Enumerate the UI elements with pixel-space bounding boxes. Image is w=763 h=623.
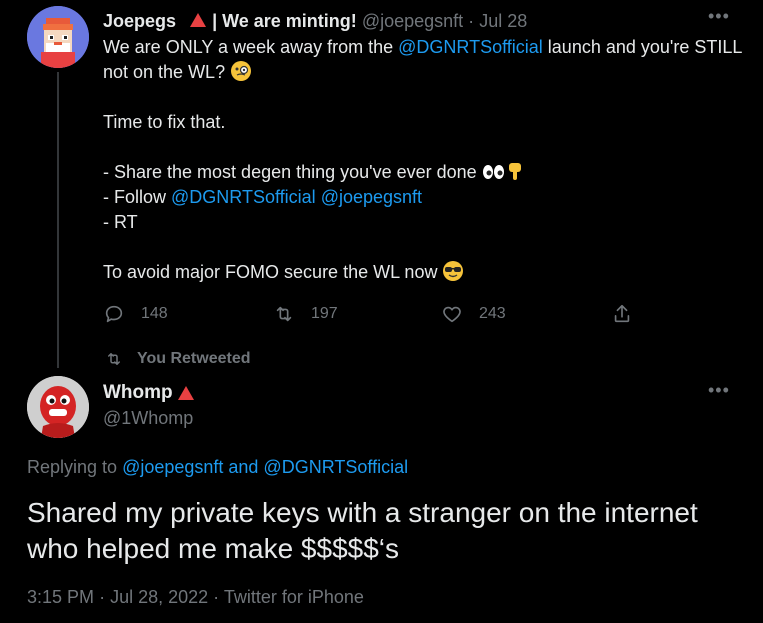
more-icon[interactable]: ••• xyxy=(708,380,730,401)
reply-icon xyxy=(105,305,123,323)
replying-users-link[interactable]: @joepegsnft and @DGNRTSofficial xyxy=(122,457,408,477)
triangle-icon xyxy=(190,13,207,27)
tweet-text: We are ONLY a week away from the xyxy=(103,37,399,57)
mention-link[interactable]: @joepegsnft xyxy=(321,187,422,207)
mention-link[interactable]: @DGNRTSofficial xyxy=(171,187,316,207)
eyes-icon xyxy=(482,165,504,179)
retweet-button[interactable]: 197 xyxy=(273,303,338,325)
replying-to: Replying to @joepegsnft and @DGNRTSoffic… xyxy=(27,457,408,478)
pointing-down-icon xyxy=(508,163,521,180)
joepegs-avatar-art xyxy=(27,6,89,68)
mention-link[interactable]: @DGNRTSofficial xyxy=(398,37,543,57)
author-name[interactable]: Whomp xyxy=(103,381,173,405)
share-button[interactable] xyxy=(611,303,649,325)
tweet-paragraph: We are ONLY a week away from the @DGNRTS… xyxy=(103,35,743,85)
tweet-line: To avoid major FOMO secure the WL now xyxy=(103,260,743,285)
retweeted-label: You Retweeted xyxy=(137,350,251,367)
tweet-full-date[interactable]: Jul 28, 2022 xyxy=(110,587,208,607)
avatar-whomp[interactable] xyxy=(27,376,89,438)
separator-dot: · xyxy=(99,587,106,607)
retweet-icon xyxy=(276,306,292,322)
tweet-actions: 148 197 243 xyxy=(103,303,633,327)
tweet-line: Time to fix that. xyxy=(103,112,226,132)
tweet-header: Joepegs | We are minting! @joepegsnft · … xyxy=(103,8,743,34)
tweet-text: - Follow xyxy=(103,187,172,207)
reply-count: 148 xyxy=(141,305,168,322)
author-name-row: Whomp xyxy=(103,381,195,405)
tweet-joepegs: Joepegs | We are minting! @joepegsnft · … xyxy=(103,8,743,285)
sunglasses-face-icon xyxy=(443,261,464,281)
triangle-icon xyxy=(177,386,194,400)
tweet-line: - Follow @DGNRTSofficial @joepegsnft xyxy=(103,185,743,210)
tweet-source[interactable]: Twitter for iPhone xyxy=(224,587,364,607)
thread-connector-line xyxy=(57,72,59,368)
whomp-avatar-art xyxy=(27,376,89,438)
like-button[interactable]: 243 xyxy=(441,303,506,325)
tweet-text: To avoid major FOMO secure the WL now xyxy=(103,262,438,282)
tweet-main-text: Shared my private keys with a stranger o… xyxy=(27,497,698,564)
tweet-date[interactable]: Jul 28 xyxy=(479,11,527,31)
avatar-joepegs[interactable] xyxy=(27,6,89,68)
separator-dot: · xyxy=(213,587,220,607)
tweet-whomp-header: Whomp @1Whomp xyxy=(103,381,195,431)
author-name[interactable]: Joepegs xyxy=(103,11,176,31)
reply-button[interactable]: 148 xyxy=(103,303,168,325)
separator-dot: · xyxy=(468,11,475,31)
author-handle[interactable]: @joepegsnft xyxy=(362,11,463,31)
like-icon xyxy=(443,306,461,323)
like-count: 243 xyxy=(479,305,506,322)
retweet-count: 197 xyxy=(311,305,338,322)
retweet-icon xyxy=(108,353,120,365)
monocle-face-icon xyxy=(231,61,252,81)
tweet-text: - Share the most degen thing you've ever… xyxy=(103,162,477,182)
tweet-time[interactable]: 3:15 PM xyxy=(27,587,94,607)
share-icon xyxy=(614,304,630,323)
tweet-meta: 3:15 PM · Jul 28, 2022 · Twitter for iPh… xyxy=(27,587,364,608)
tweet-body: We are ONLY a week away from the @DGNRTS… xyxy=(103,35,743,285)
tweet-line: - Share the most degen thing you've ever… xyxy=(103,160,743,185)
retweeted-indicator: You Retweeted xyxy=(105,350,251,368)
author-name-suffix[interactable]: | We are minting! xyxy=(212,11,357,31)
tweet-line: - RT xyxy=(103,212,138,232)
author-handle[interactable]: @1Whomp xyxy=(103,405,195,431)
replying-prefix: Replying to xyxy=(27,457,123,477)
